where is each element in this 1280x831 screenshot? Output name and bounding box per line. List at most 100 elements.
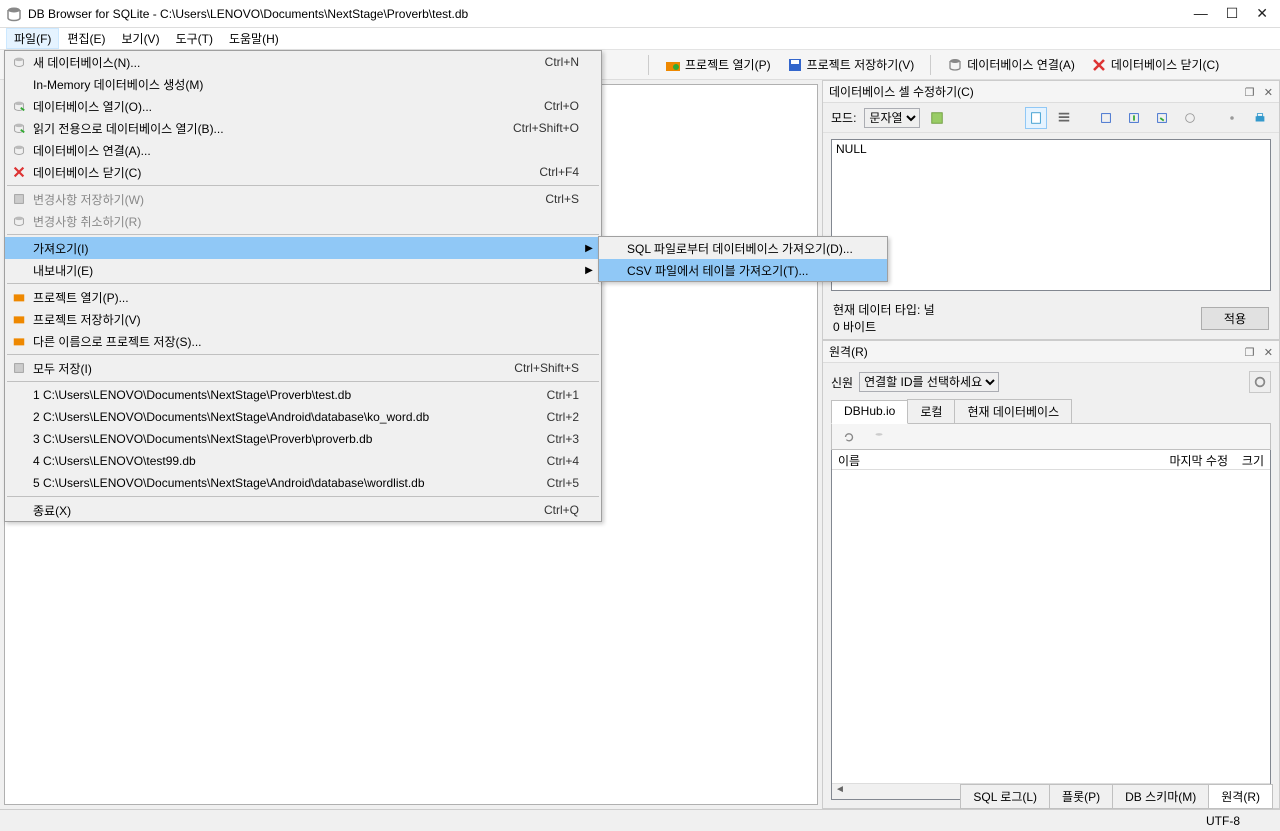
view-text-button[interactable]	[1025, 107, 1047, 129]
export-icon	[1099, 111, 1113, 125]
menu-item[interactable]: 프로젝트 저장하기(V)	[5, 308, 601, 330]
menu-item[interactable]: In-Memory 데이터베이스 생성(M)	[5, 73, 601, 95]
remote-tab-dbhub[interactable]: DBHub.io	[831, 400, 908, 424]
attach-icon	[947, 57, 963, 73]
menu-item[interactable]: 데이터베이스 연결(A)...	[5, 139, 601, 161]
remote-tab-local[interactable]: 로컬	[907, 399, 955, 423]
menu-item[interactable]: 모두 저장(I)Ctrl+Shift+S	[5, 357, 601, 379]
menu-help[interactable]: 도움말(H)	[221, 28, 287, 49]
bottom-tab-remote[interactable]: 원격(R)	[1208, 784, 1273, 809]
maximize-button[interactable]: ☐	[1226, 5, 1239, 22]
menu-item[interactable]: 4 C:\Users\LENOVO\test99.dbCtrl+4	[5, 450, 601, 472]
close-button[interactable]: ✕	[1256, 5, 1268, 22]
save-cell-button[interactable]	[1151, 107, 1173, 129]
col-size[interactable]: 크기	[1234, 450, 1270, 469]
window-title: DB Browser for SQLite - C:\Users\LENOVO\…	[28, 7, 1194, 21]
menu-item-label: 데이터베이스 연결(A)...	[29, 142, 579, 159]
bottom-tab-sql-log[interactable]: SQL 로그(L)	[960, 784, 1050, 809]
apply-button[interactable]: 적용	[1201, 307, 1269, 330]
remote-upload-button[interactable]	[868, 426, 890, 448]
menu-item[interactable]: 내보내기(E)▶	[5, 259, 601, 281]
toolbar-close-db[interactable]: 데이터베이스 닫기(C)	[1085, 54, 1225, 75]
menu-item[interactable]: 다른 이름으로 프로젝트 저장(S)...	[5, 330, 601, 352]
export-button[interactable]	[1095, 107, 1117, 129]
menu-item-label: 변경사항 저장하기(W)	[29, 191, 545, 208]
print-button[interactable]	[1249, 107, 1271, 129]
toolbar-attach-db[interactable]: 데이터베이스 연결(A)	[941, 54, 1081, 75]
view-list-button[interactable]	[1053, 107, 1075, 129]
menu-item-shortcut: Ctrl+1	[547, 388, 583, 402]
panel-close-button[interactable]: ✕	[1264, 347, 1273, 359]
remote-toolbar	[831, 424, 1271, 450]
save-cell-icon	[1155, 111, 1169, 125]
dot-button[interactable]	[1221, 107, 1243, 129]
menu-item-shortcut: Ctrl+4	[547, 454, 583, 468]
submenu-item[interactable]: CSV 파일에서 테이블 가져오기(T)...	[599, 259, 887, 281]
submenu-item-label: SQL 파일로부터 데이터베이스 가져오기(D)...	[623, 240, 881, 257]
menu-item-label: 2 C:\Users\LENOVO\Documents\NextStage\An…	[29, 410, 547, 424]
menu-item-label: 종료(X)	[29, 502, 544, 519]
menu-item[interactable]: 데이터베이스 닫기(C)Ctrl+F4	[5, 161, 601, 183]
menu-item[interactable]: 3 C:\Users\LENOVO\Documents\NextStage\Pr…	[5, 428, 601, 450]
panel-undock-button[interactable]: ❐	[1245, 347, 1255, 359]
minimize-button[interactable]: —	[1194, 5, 1208, 22]
mode-select[interactable]: 문자열	[864, 108, 920, 128]
remote-tab-current[interactable]: 현재 데이터베이스	[954, 399, 1072, 423]
menu-item-shortcut: Ctrl+5	[547, 476, 583, 490]
identity-settings-button[interactable]	[1249, 371, 1271, 393]
mode-refresh-button[interactable]	[926, 107, 948, 129]
menu-item-shortcut: Ctrl+S	[545, 192, 583, 206]
menu-tools[interactable]: 도구(T)	[168, 28, 221, 49]
proj-saveas-icon	[9, 334, 29, 348]
folder-icon	[665, 57, 681, 73]
menu-item-label: 데이터베이스 열기(O)...	[29, 98, 544, 115]
menu-item-label: 프로젝트 열기(P)...	[29, 289, 579, 306]
panel-undock-button[interactable]: ❐	[1245, 87, 1255, 99]
bottom-tabs: SQL 로그(L) 플롯(P) DB 스키마(M) 원격(R)	[960, 784, 1272, 809]
submenu-arrow-icon: ▶	[583, 265, 595, 276]
identity-select[interactable]: 연결할 ID를 선택하세요	[859, 372, 999, 392]
menu-item-label: 5 C:\Users\LENOVO\Documents\NextStage\An…	[29, 476, 547, 490]
menu-item[interactable]: 1 C:\Users\LENOVO\Documents\NextStage\Pr…	[5, 384, 601, 406]
toolbar-save-project[interactable]: 프로젝트 저장하기(V)	[781, 54, 921, 75]
col-name[interactable]: 이름	[832, 450, 1144, 469]
refresh-icon	[930, 111, 944, 125]
menu-view[interactable]: 보기(V)	[113, 28, 167, 49]
remote-refresh-button[interactable]	[838, 426, 860, 448]
cell-edit-panel: 데이터베이스 셀 수정하기(C) ❐ ✕ 모드: 문자열	[822, 80, 1280, 340]
bottom-tab-schema[interactable]: DB 스키마(M)	[1112, 784, 1209, 809]
null-button[interactable]	[1179, 107, 1201, 129]
menu-item[interactable]: 가져오기(I) ▶	[5, 237, 601, 259]
toolbar-separator	[930, 55, 931, 75]
new-db-icon	[9, 55, 29, 69]
remote-list-header: 이름 마지막 수정 크기	[832, 450, 1270, 470]
col-modified[interactable]: 마지막 수정	[1144, 450, 1234, 469]
toolbar-open-project[interactable]: 프로젝트 열기(P)	[659, 54, 777, 75]
menu-file[interactable]: 파일(F)	[6, 28, 59, 49]
cell-size-label: 0 바이트	[833, 318, 935, 335]
menu-separator	[7, 381, 599, 382]
encoding-label: UTF-8	[1206, 814, 1240, 828]
cell-textarea[interactable]: NULL	[831, 139, 1271, 291]
menu-item-shortcut: Ctrl+N	[545, 55, 583, 69]
toolbar-separator	[648, 55, 649, 75]
panel-close-button[interactable]: ✕	[1264, 87, 1273, 99]
menu-item[interactable]: 읽기 전용으로 데이터베이스 열기(B)...Ctrl+Shift+O	[5, 117, 601, 139]
submenu-arrow-icon: ▶	[583, 243, 595, 254]
import-button[interactable]	[1123, 107, 1145, 129]
menu-item[interactable]: 2 C:\Users\LENOVO\Documents\NextStage\An…	[5, 406, 601, 428]
menu-edit[interactable]: 편집(E)	[59, 28, 113, 49]
attach-icon	[9, 143, 29, 157]
menu-item[interactable]: 종료(X)Ctrl+Q	[5, 499, 601, 521]
menu-item[interactable]: 데이터베이스 열기(O)...Ctrl+O	[5, 95, 601, 117]
bottom-tab-plot[interactable]: 플롯(P)	[1049, 784, 1113, 809]
remote-list-body[interactable]: ◄►	[832, 470, 1270, 799]
mode-label: 모드:	[831, 109, 856, 126]
menu-item-label: 가져오기(I)	[29, 240, 579, 257]
null-icon	[1183, 111, 1197, 125]
submenu-item[interactable]: SQL 파일로부터 데이터베이스 가져오기(D)...	[599, 237, 887, 259]
menu-item[interactable]: 프로젝트 열기(P)...	[5, 286, 601, 308]
menu-item[interactable]: 새 데이터베이스(N)...Ctrl+N	[5, 51, 601, 73]
menu-item[interactable]: 5 C:\Users\LENOVO\Documents\NextStage\An…	[5, 472, 601, 494]
menu-item-shortcut: Ctrl+Q	[544, 503, 583, 517]
